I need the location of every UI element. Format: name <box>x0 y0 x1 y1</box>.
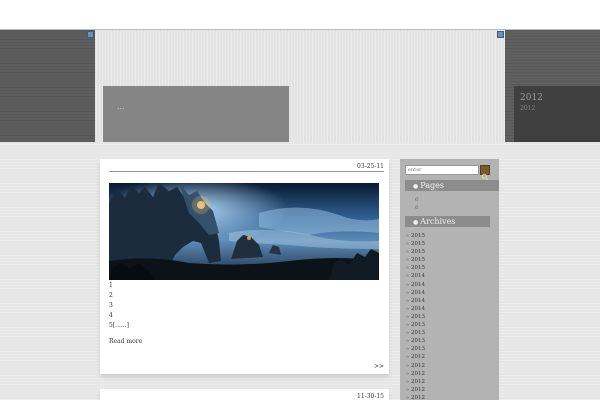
post-image[interactable] <box>109 183 379 280</box>
archive-link[interactable]: e 2014 <box>406 297 425 305</box>
post-line: 2 <box>109 292 113 299</box>
archive-link[interactable]: e 2012 <box>406 386 425 394</box>
bullet-icon: e <box>406 354 409 361</box>
archive-link[interactable]: e 2013 <box>406 337 425 345</box>
archive-link[interactable]: e 2012 <box>406 378 425 386</box>
bullet-icon: e <box>406 378 409 385</box>
bullet-icon: e <box>406 362 409 369</box>
archive-link[interactable]: e 2014 <box>406 305 425 313</box>
bullet-icon: ● <box>413 219 419 226</box>
sidebar: ●Pages e e ●Archives e2015 e2015 e2015 e… <box>400 159 499 400</box>
archive-link[interactable]: e 2015 <box>406 256 425 264</box>
search-input[interactable] <box>405 165 479 175</box>
bullet-icon: e <box>406 305 409 312</box>
fantasy-landscape-image <box>109 183 379 280</box>
archive-link[interactable]: e 2013 <box>406 313 425 321</box>
bullet-icon: e <box>406 322 409 329</box>
top-bar <box>0 0 600 30</box>
post-date: 03-25-11 <box>357 163 384 170</box>
archive-link[interactable]: e 2013 <box>406 329 425 337</box>
read-more-link[interactable]: Read more <box>109 338 142 345</box>
square-icon[interactable] <box>497 31 504 38</box>
archive-link[interactable]: e 2012 <box>406 362 425 370</box>
bullet-icon: e <box>406 249 409 256</box>
archive-link[interactable]: e 2012 <box>406 370 425 378</box>
post-line: 4 <box>109 312 113 319</box>
bullet-icon: e <box>406 346 409 353</box>
header-left-panel <box>0 30 95 142</box>
date-year: 2012 <box>520 93 543 103</box>
post-line: 3 <box>109 302 113 309</box>
archives-widget-title: ● Archives <box>405 216 490 227</box>
bullet-icon: e <box>406 281 409 288</box>
site-title-box[interactable]: ... <box>103 86 289 142</box>
square-icon[interactable] <box>87 31 94 38</box>
archive-link[interactable]: e 2012 <box>406 353 425 361</box>
header-right-panel: 2012 2012 <box>505 30 600 142</box>
bullet-icon: e <box>406 297 409 304</box>
archive-link[interactable]: e 2014 <box>406 281 425 289</box>
bullet-icon: e <box>406 330 409 337</box>
pages-widget-title: ● Pages <box>405 180 499 191</box>
bullet-icon: e <box>406 265 409 272</box>
archive-link[interactable]: e 2014 <box>406 289 425 297</box>
bullet-icon: e <box>406 233 409 239</box>
date-sub: 2012 <box>520 105 536 112</box>
post-excerpt-end: 5[......] <box>109 322 129 329</box>
bullet-icon: e <box>406 241 409 248</box>
next-post-link[interactable]: >> <box>374 363 384 370</box>
bullet-icon: e <box>406 386 409 393</box>
bullet-icon: e <box>406 273 409 280</box>
archive-link[interactable]: e 2013 <box>406 321 425 329</box>
archive-link[interactable]: e 2013 <box>406 345 425 353</box>
archive-link[interactable]: e 2015 <box>406 264 425 272</box>
post: 03-25-11 1 2 3 4 5[......] Read more >> <box>100 159 389 374</box>
page-link[interactable]: e <box>415 196 419 203</box>
bullet-icon: ● <box>413 183 419 190</box>
archive-link[interactable]: e 2014 <box>406 272 425 280</box>
bullet-icon: e <box>406 370 409 377</box>
site-title[interactable]: ... <box>117 102 125 111</box>
post-divider <box>109 171 384 172</box>
archive-link[interactable]: e 2015 <box>406 232 425 240</box>
bullet-icon: e <box>406 289 409 296</box>
post-date: 11-30-15 <box>357 393 384 400</box>
date-box: 2012 2012 <box>514 86 600 142</box>
archive-list: e 2015 e 2015 e 2015 e 2015 e 2015 e 2014 e 201… <box>406 232 425 400</box>
bullet-icon: e <box>406 257 409 264</box>
archive-link[interactable]: e 2015 <box>406 248 425 256</box>
bullet-icon: e <box>406 394 409 400</box>
archive-link[interactable]: e 2015 <box>406 240 425 248</box>
bullet-icon: e <box>406 313 409 320</box>
post-line: 1 <box>109 282 113 289</box>
search-button[interactable] <box>480 165 490 181</box>
post: 11-30-15 <box>100 389 389 400</box>
archive-link[interactable]: e 2012 <box>406 394 425 400</box>
bullet-icon: e <box>406 338 409 345</box>
page-link[interactable]: e <box>415 204 419 211</box>
